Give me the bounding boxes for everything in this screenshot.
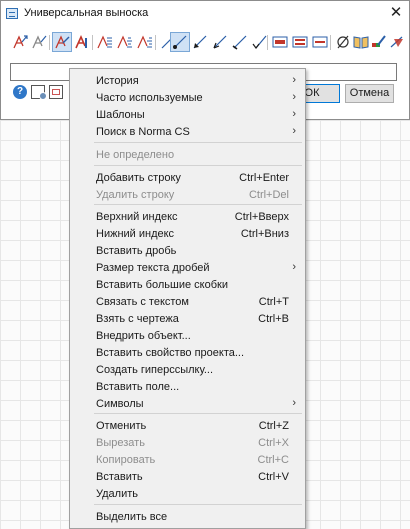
leader-arrow2-icon[interactable]: [210, 32, 230, 52]
leader-arrow3-icon[interactable]: [230, 32, 250, 52]
menu-item-label: Связать с текстом: [96, 296, 189, 308]
align-right-icon[interactable]: [135, 32, 155, 52]
menu-item-label: Шаблоны: [96, 109, 145, 121]
menu-item[interactable]: Шаблоны ›: [70, 107, 305, 124]
menu-item[interactable]: Взять с чертежа Ctrl+B: [70, 311, 305, 328]
menu-item-label: Удалить строку: [96, 189, 175, 201]
menu-item[interactable]: Внедрить объект...: [70, 328, 305, 345]
menu-item-label: Вставить большие скобки: [96, 279, 228, 291]
menu-item-label: Размер текста дробей: [96, 262, 210, 274]
menu-item-label: Поиск в Norma CS: [96, 126, 190, 138]
leader-text-bold-icon[interactable]: [72, 32, 92, 52]
menu-item-label: Вырезать: [96, 437, 145, 449]
menu-item-label: Добавить строку: [96, 172, 181, 184]
menu-item[interactable]: Вставить большие скобки: [70, 277, 305, 294]
menu-item-label: История: [96, 75, 139, 87]
menu-item[interactable]: Верхний индекс Ctrl+Вверх: [70, 209, 305, 226]
table-icon[interactable]: [49, 85, 63, 99]
settings-doc-icon[interactable]: [31, 85, 47, 100]
menu-item-label: Отменить: [96, 420, 147, 432]
menu-item-label: Символы: [96, 398, 144, 410]
menu-item-label: Удалить: [96, 488, 138, 500]
menu-separator: [94, 142, 302, 143]
menu-item[interactable]: Отменить Ctrl+Z: [70, 418, 305, 435]
menu-item-shortcut: Ctrl+Z: [258, 420, 289, 432]
window-title: Универсальная выноска: [24, 7, 149, 19]
align-left-icon[interactable]: [95, 32, 115, 52]
leader-text-icon[interactable]: [52, 32, 72, 52]
menu-item[interactable]: Размер текста дробей ›: [70, 260, 305, 277]
menu-item[interactable]: История ›: [70, 73, 305, 90]
menu-item[interactable]: Вставить поле...: [70, 379, 305, 396]
menu-item-shortcut: Ctrl+C: [257, 454, 289, 466]
menu-item[interactable]: Выделить все: [70, 509, 305, 526]
menu-item-label: Вставить: [96, 471, 143, 483]
menu-item[interactable]: Вставить Ctrl+V: [70, 469, 305, 486]
menu-item[interactable]: Часто используемые ›: [70, 90, 305, 107]
chevron-right-icon: ›: [292, 108, 296, 120]
menu-item[interactable]: Нижний индекс Ctrl+Вниз: [70, 226, 305, 243]
chevron-right-icon: ›: [292, 125, 296, 137]
context-menu: История › Часто используемые › Шаблоны › Поиск…: [69, 68, 306, 529]
menu-separator: [94, 504, 302, 505]
menu-item: Вырезать Ctrl+X: [70, 435, 305, 452]
menu-item-label: Копировать: [96, 454, 156, 466]
menu-item: Копировать Ctrl+C: [70, 452, 305, 469]
leader-line-dot-icon[interactable]: [170, 32, 190, 52]
menu-item[interactable]: Связать с текстом Ctrl+T: [70, 294, 305, 311]
chevron-right-icon: ›: [292, 91, 296, 103]
menu-item-shortcut: Ctrl+Вниз: [240, 228, 289, 240]
menu-item-shortcut: Ctrl+T: [258, 296, 289, 308]
frame-red3-icon[interactable]: [310, 32, 330, 52]
menu-item-shortcut: Ctrl+Вверх: [234, 211, 289, 223]
book-icon[interactable]: [351, 32, 371, 52]
cancel-button[interactable]: Отмена: [345, 84, 394, 103]
menu-item-label: Вставить поле...: [96, 381, 180, 393]
paint-icon[interactable]: [387, 32, 407, 52]
menu-item: Не определено: [70, 147, 305, 164]
menu-item[interactable]: Символы ›: [70, 396, 305, 413]
menu-item-shortcut: Ctrl+B: [258, 313, 289, 325]
toolbar: [1, 32, 409, 54]
menu-item-shortcut: Ctrl+V: [258, 471, 289, 483]
menu-item-shortcut: Ctrl+Enter: [239, 172, 289, 184]
menu-item: Удалить строку Ctrl+Del: [70, 187, 305, 204]
menu-item-label: Верхний индекс: [96, 211, 178, 223]
menu-item[interactable]: Вставить свойство проекта...: [70, 345, 305, 362]
menu-item-label: Не определено: [96, 149, 175, 161]
menu-separator: [94, 204, 302, 205]
menu-item-label: Создать гиперссылку...: [96, 364, 214, 376]
text-arrow-right-icon[interactable]: [29, 32, 49, 52]
diameter-icon[interactable]: [333, 32, 353, 52]
chevron-right-icon: ›: [292, 397, 296, 409]
title-bar[interactable]: Универсальная выноска ✕: [1, 1, 409, 27]
menu-item-shortcut: Ctrl+X: [258, 437, 289, 449]
menu-item[interactable]: Вставить дробь: [70, 243, 305, 260]
menu-item-label: Внедрить объект...: [96, 330, 191, 342]
menu-item[interactable]: Поиск в Norma CS ›: [70, 124, 305, 141]
text-arrow-up-icon[interactable]: [10, 32, 30, 52]
menu-item-label: Нижний индекс: [96, 228, 175, 240]
help-icon[interactable]: ?: [13, 85, 27, 99]
menu-item-label: Часто используемые: [96, 92, 203, 104]
app-icon: [6, 8, 18, 19]
leader-arrow-icon[interactable]: [190, 32, 210, 52]
chevron-right-icon: ›: [292, 74, 296, 86]
menu-item-label: Вставить дробь: [96, 245, 177, 257]
pencil-color-icon[interactable]: [369, 32, 389, 52]
menu-item[interactable]: Создать гиперссылку...: [70, 362, 305, 379]
frame-red-icon[interactable]: [270, 32, 290, 52]
menu-item-label: Вставить свойство проекта...: [96, 347, 245, 359]
chevron-right-icon: ›: [292, 261, 296, 273]
menu-item-shortcut: Ctrl+Del: [248, 189, 289, 201]
close-icon[interactable]: ✕: [387, 4, 405, 22]
align-center-icon[interactable]: [115, 32, 135, 52]
frame-red2-icon[interactable]: [290, 32, 310, 52]
menu-separator: [94, 165, 302, 166]
menu-item[interactable]: Добавить строку Ctrl+Enter: [70, 170, 305, 187]
menu-separator: [94, 413, 302, 414]
menu-item[interactable]: Удалить: [70, 486, 305, 503]
menu-item-label: Выделить все: [96, 511, 168, 523]
menu-item-label: Взять с чертежа: [96, 313, 179, 325]
